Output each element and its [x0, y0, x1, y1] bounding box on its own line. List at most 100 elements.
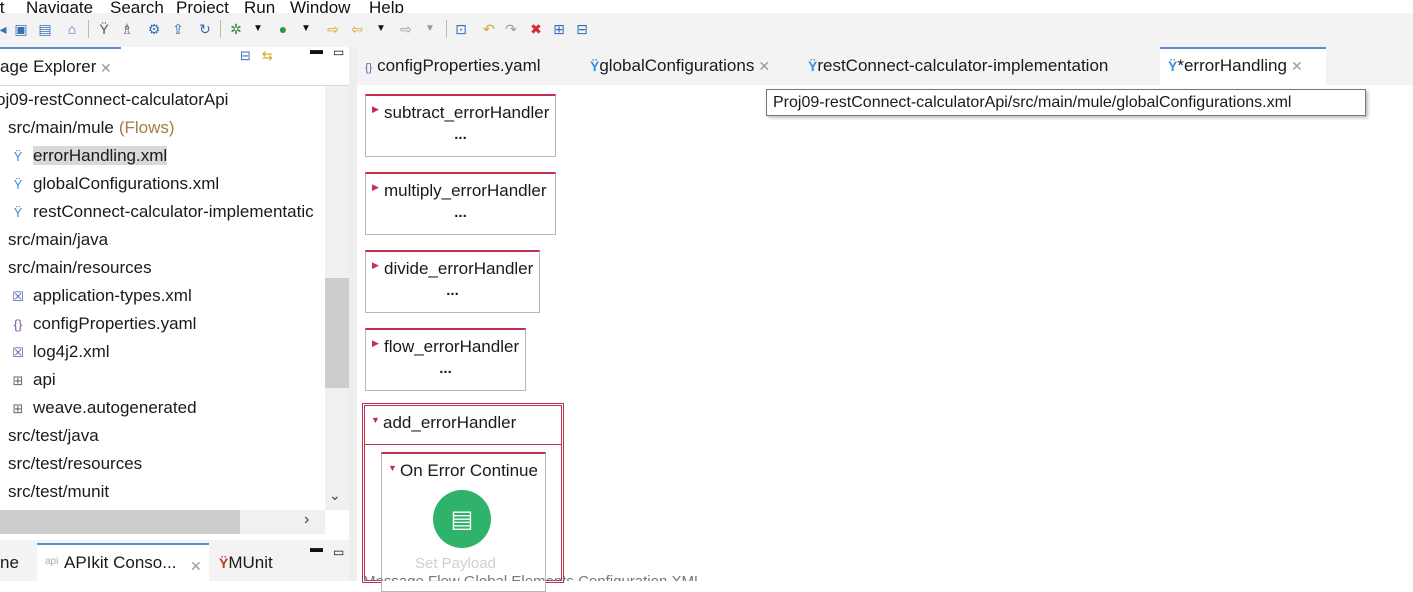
minimize-icon[interactable]: ▬: [310, 540, 323, 555]
set-payload-icon[interactable]: ▤: [433, 490, 491, 548]
mule-icon: Ÿ: [590, 58, 600, 74]
expand-triangle-icon[interactable]: ▶: [372, 104, 379, 115]
tree-item[interactable]: src/main/java: [8, 226, 108, 254]
panel-splitter[interactable]: [349, 47, 357, 581]
project-tree: oj09-restConnect-calculatorApi src/main/m…: [0, 86, 325, 510]
expand-triangle-icon[interactable]: ▶: [372, 182, 379, 193]
close-icon[interactable]: ✕: [190, 558, 202, 575]
handler-dots: ...: [439, 360, 452, 377]
scroll-right-icon[interactable]: ›: [304, 511, 309, 529]
tree-item[interactable]: ŸerrorHandling.xml: [9, 142, 168, 170]
error-handler-subtract[interactable]: ▶ subtract_errorHandler ...: [365, 94, 556, 157]
close-icon[interactable]: ✕: [1291, 58, 1303, 74]
tab-console[interactable]: ne: [0, 553, 19, 573]
tree-item[interactable]: ☒ application-types.xml: [9, 282, 192, 310]
tree-item[interactable]: {} configProperties.yaml: [9, 310, 197, 338]
tab-label: configProperties.yaml: [377, 56, 541, 75]
tab-label: globalConfigurations: [599, 56, 755, 75]
collapse-all-icon[interactable]: ⊟: [573, 20, 591, 38]
tree-item[interactable]: src/main/mule (Flows): [8, 114, 175, 142]
tree-item[interactable]: ☒ log4j2.xml: [9, 338, 110, 366]
scroll-down-icon[interactable]: ⌄: [329, 487, 341, 504]
horizontal-scroll-thumb[interactable]: [0, 510, 240, 534]
collapse-all-icon[interactable]: ⊟: [240, 48, 251, 64]
tree-item-label: configProperties.yaml: [33, 314, 197, 333]
expand-triangle-icon[interactable]: ▶: [372, 260, 379, 271]
file-path-tooltip: Proj09-restConnect-calculatorApi/src/mai…: [766, 89, 1366, 116]
new-icon[interactable]: ◂: [0, 20, 12, 38]
back-icon[interactable]: ⇦: [348, 20, 366, 38]
tree-item[interactable]: src/main/resources: [8, 254, 152, 282]
save-all-icon[interactable]: ▤: [36, 20, 54, 38]
undo-icon[interactable]: ↶: [480, 20, 498, 38]
error-handler-add[interactable]: ▼ add_errorHandler ▼ On Error Continue ▤…: [362, 403, 564, 592]
tab-error-handling[interactable]: Ÿ*errorHandling ✕: [1160, 47, 1326, 85]
home-icon[interactable]: ⌂: [63, 20, 81, 38]
maximize-icon[interactable]: ▭: [333, 45, 344, 59]
mule-icon: Ÿ: [808, 58, 818, 74]
tree-item[interactable]: src/test/resources: [8, 450, 142, 478]
run-icon[interactable]: ●: [274, 20, 292, 38]
tree-item[interactable]: ŸrestConnect-calculator-implementatic: [9, 198, 314, 226]
tree-item[interactable]: src/test/java: [8, 422, 99, 450]
debug-user-icon[interactable]: ♗: [118, 20, 136, 38]
tab-config-properties[interactable]: {} configProperties.yaml: [365, 47, 585, 85]
tab-apikit-console[interactable]: api APIkit Conso... ✕: [37, 543, 209, 581]
toolbar-separator: [220, 20, 221, 38]
tree-item-label: errorHandling.xml: [33, 146, 168, 165]
tab-global-configurations[interactable]: ŸglobalConfigurations ✕: [590, 47, 800, 85]
handler-dots: ...: [454, 126, 467, 143]
vertical-scroll-thumb[interactable]: [325, 278, 349, 388]
chevron-down-icon[interactable]: ▼: [421, 20, 439, 38]
collapse-triangle-icon[interactable]: ▼: [371, 415, 380, 425]
expand-triangle-icon[interactable]: ▶: [372, 338, 379, 349]
tree-item-label: log4j2.xml: [33, 342, 110, 361]
chevron-down-icon[interactable]: ▼: [297, 20, 315, 38]
tree-item[interactable]: oj09-restConnect-calculatorApi: [0, 86, 228, 114]
tree-item-label: globalConfigurations.xml: [33, 174, 220, 193]
handler-title: subtract_errorHandler: [384, 103, 550, 122]
editor-bottom-tabs[interactable]: Message Flow Global Elements Configurati…: [357, 566, 1413, 581]
tree-item-label: src/test/munit: [8, 482, 110, 501]
error-handler-multiply[interactable]: ▶ multiply_errorHandler ...: [365, 172, 556, 235]
debug-icon[interactable]: ✲: [227, 20, 245, 38]
tab-restconnect-implementation[interactable]: ŸrestConnect-calculator-implementation: [808, 47, 1148, 85]
handler-title: divide_errorHandler: [384, 259, 534, 278]
minimize-icon[interactable]: ▬: [310, 42, 323, 57]
next-annotation-icon[interactable]: ⇨: [324, 20, 342, 38]
open-perspective-icon[interactable]: ⊡: [452, 20, 470, 38]
delete-icon[interactable]: ✖: [527, 20, 545, 38]
tree-item-label: application-types.xml: [33, 286, 192, 305]
refresh-icon[interactable]: ↻: [196, 20, 214, 38]
xml-file-icon: ☒: [12, 345, 24, 360]
tab-munit[interactable]: ŸMUnit: [219, 553, 273, 573]
expand-all-icon[interactable]: ⊞: [550, 20, 568, 38]
collapse-triangle-icon[interactable]: ▼: [388, 463, 397, 473]
chevron-down-icon[interactable]: ▼: [249, 20, 267, 38]
chevron-down-icon[interactable]: ▼: [372, 20, 390, 38]
close-icon[interactable]: ✕: [758, 58, 770, 74]
handler-dots: ...: [454, 204, 467, 221]
editor-view-tabs[interactable]: Message Flow Global Elements Configurati…: [363, 573, 702, 581]
tree-item[interactable]: ⊞ weave.autogenerated: [9, 394, 197, 422]
link-editor-icon[interactable]: ⇆: [262, 48, 273, 64]
mule-deploy-icon[interactable]: Ÿ: [95, 20, 113, 38]
tab-label: *errorHandling: [1177, 56, 1287, 75]
tree-item[interactable]: ŸglobalConfigurations.xml: [9, 170, 220, 198]
tree-item-label: weave.autogenerated: [33, 398, 197, 417]
forward-icon[interactable]: ⇨: [397, 20, 415, 38]
scope-title: On Error Continue: [400, 461, 538, 480]
exchange-icon[interactable]: ⚙: [145, 20, 163, 38]
tree-item[interactable]: src/test/munit: [8, 478, 109, 506]
publish-icon[interactable]: ⇪: [169, 20, 187, 38]
save-icon[interactable]: ▣: [12, 20, 30, 38]
error-handler-divide[interactable]: ▶ divide_errorHandler ...: [365, 250, 540, 313]
close-icon[interactable]: ✕: [100, 60, 112, 77]
apikit-icon: api: [45, 556, 59, 567]
error-handler-flow[interactable]: ▶ flow_errorHandler ...: [365, 328, 526, 391]
tree-item[interactable]: ⊞ api: [9, 366, 56, 394]
tab-package-explorer[interactable]: age Explorer ✕: [0, 47, 121, 85]
redo-icon[interactable]: ↷: [502, 20, 520, 38]
tree-item-label: src/main/mule: [8, 118, 114, 137]
maximize-icon[interactable]: ▭: [333, 545, 344, 559]
